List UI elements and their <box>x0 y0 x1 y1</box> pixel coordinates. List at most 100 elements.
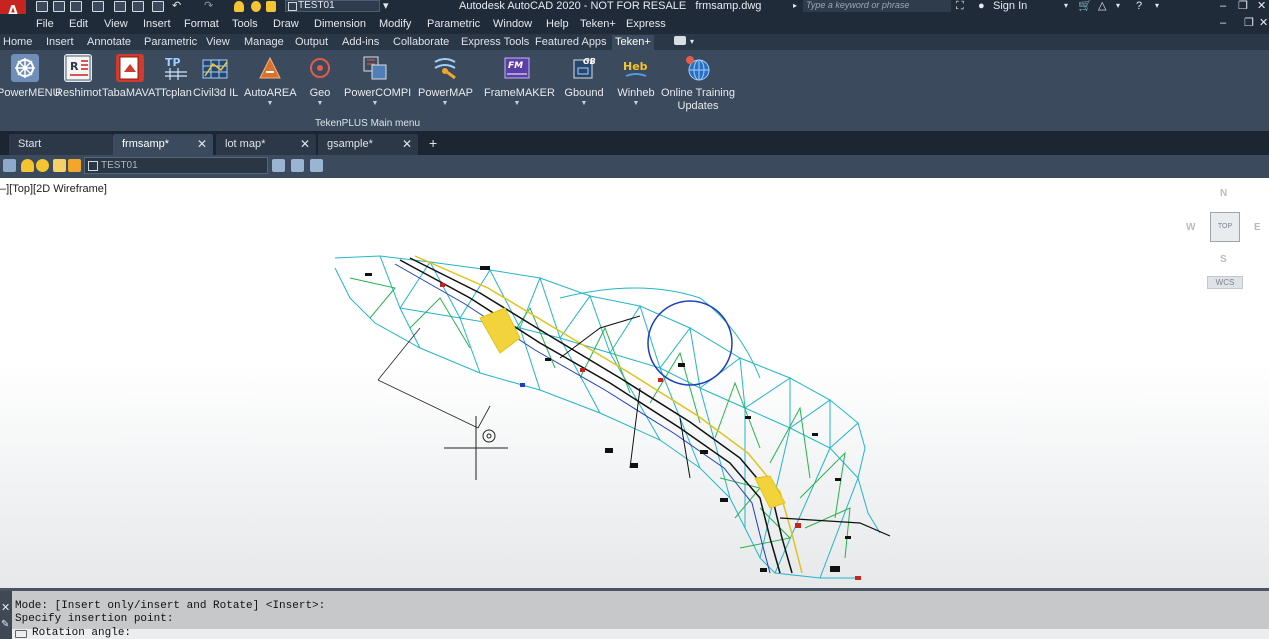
new-file-icon[interactable] <box>36 1 48 12</box>
tab-home[interactable]: Home <box>0 35 35 50</box>
menu-insert[interactable]: Insert <box>143 17 171 31</box>
viewcube-south[interactable]: S <box>1220 254 1227 265</box>
menu-format[interactable]: Format <box>184 17 219 31</box>
viewcube[interactable]: N W E S TOP WCS <box>1182 186 1268 296</box>
layer-properties-icon[interactable] <box>3 159 16 172</box>
close-tab-lot-map-icon[interactable]: ✕ <box>300 134 310 154</box>
menu-express[interactable]: Express <box>626 17 666 31</box>
framemaker-chevron-down-icon[interactable]: ▼ <box>484 100 550 107</box>
layer-lock-icon-2[interactable] <box>53 159 66 172</box>
ribbon-display-toggle-icon[interactable] <box>674 36 686 45</box>
file-tab-gsample[interactable]: gsample* ✕ <box>318 134 418 155</box>
layer-color-icon[interactable] <box>68 159 81 172</box>
command-input[interactable]: Rotation angle: <box>12 627 1269 639</box>
layer-dropdown[interactable]: TEST01 <box>84 157 268 174</box>
layer-dropdown-top[interactable]: TEST01 <box>285 0 380 12</box>
tab-view[interactable]: View <box>203 35 233 50</box>
file-tab-start[interactable]: Start <box>9 134 113 155</box>
restore-icon[interactable]: ❐ <box>1238 0 1248 12</box>
command-line-grip[interactable]: ✕ ✎ <box>0 591 12 639</box>
ribbon-display-chevron-down-icon[interactable]: ▾ <box>690 36 694 48</box>
winheb-button[interactable]: Heb Winheb ▼ <box>616 50 656 107</box>
powermenu-button[interactable]: PowerMENU <box>0 50 61 100</box>
wcs-menu[interactable]: WCS <box>1207 276 1243 289</box>
menu-edit[interactable]: Edit <box>69 17 88 31</box>
gbound-chevron-down-icon[interactable]: ▼ <box>562 100 606 107</box>
gbound-button[interactable]: GB Gbound ▼ <box>562 50 606 107</box>
powercompi-chevron-down-icon[interactable]: ▼ <box>344 100 406 107</box>
powercompi-button[interactable]: PowerCOMPI ▼ <box>344 50 411 107</box>
menu-draw[interactable]: Draw <box>273 17 299 31</box>
reshimot-button[interactable]: R Reshimot <box>55 50 101 100</box>
winheb-chevron-down-icon[interactable]: ▼ <box>616 100 656 107</box>
file-tab-frmsamp[interactable]: frmsamp* ✕ <box>113 134 213 155</box>
doc-restore-icon[interactable]: ❐ <box>1244 17 1254 29</box>
viewcube-west[interactable]: W <box>1186 222 1195 233</box>
help-icon[interactable]: ? <box>1136 0 1142 12</box>
layer-lock-icon[interactable] <box>266 1 276 12</box>
minimize-icon[interactable]: – <box>1220 0 1226 12</box>
search-expand-arrow-icon[interactable]: ▸ <box>793 0 797 12</box>
menu-view[interactable]: View <box>104 17 128 31</box>
viewcube-north[interactable]: N <box>1220 188 1227 199</box>
tab-insert[interactable]: Insert <box>43 35 77 50</box>
tab-annotate[interactable]: Annotate <box>84 35 134 50</box>
binoculars-icon[interactable]: ⛶ <box>956 0 964 12</box>
tab-parametric[interactable]: Parametric <box>141 35 200 50</box>
make-current-layer-icon[interactable] <box>272 159 285 172</box>
drawing-canvas[interactable]: –][Top][2D Wireframe] N W E S TOP WCS <box>0 178 1269 588</box>
new-tab-plus-icon[interactable]: + <box>429 134 437 152</box>
previous-layer-icon[interactable] <box>310 159 323 172</box>
autoarea-chevron-down-icon[interactable]: ▼ <box>244 100 296 107</box>
command-prompt-icon[interactable] <box>15 630 27 638</box>
sign-in-chevron-down-icon[interactable]: ▾ <box>1064 0 1068 12</box>
tab-express-tools[interactable]: Express Tools <box>458 35 532 50</box>
layer-freeze-sun-icon[interactable] <box>251 1 261 12</box>
tab-add-ins[interactable]: Add-ins <box>339 35 382 50</box>
framemaker-button[interactable]: FM FrameMAKER ▼ <box>484 50 555 107</box>
layer-on-bulb-icon[interactable] <box>234 1 244 12</box>
menu-help[interactable]: Help <box>546 17 569 31</box>
close-command-line-icon[interactable]: ✕ <box>1 601 10 614</box>
powermap-chevron-down-icon[interactable]: ▼ <box>418 100 472 107</box>
sign-in-link[interactable]: Sign In <box>993 0 1027 12</box>
menu-dimension[interactable]: Dimension <box>314 17 366 31</box>
customize-wrench-icon[interactable]: ✎ <box>1 619 9 630</box>
open-file-icon[interactable] <box>53 1 65 12</box>
tab-manage[interactable]: Manage <box>241 35 287 50</box>
publish-icon[interactable] <box>132 1 144 12</box>
tab-teken-plus[interactable]: Teken+ <box>612 35 654 50</box>
close-tab-frmsamp-icon[interactable]: ✕ <box>197 134 207 154</box>
qat-customize-chevron-down-icon[interactable]: ▾ <box>383 0 389 12</box>
tabamavat-button[interactable]: TabaMAVAT <box>102 50 161 100</box>
site-plan-drawing[interactable] <box>0 178 1269 588</box>
search-input[interactable]: Type a keyword or phrase <box>803 0 951 12</box>
menu-tools[interactable]: Tools <box>232 17 258 31</box>
doc-close-icon[interactable]: ✕ <box>1259 17 1268 29</box>
autodesk-a360-icon[interactable]: △ <box>1098 0 1106 12</box>
menu-modify[interactable]: Modify <box>379 17 411 31</box>
viewcube-top-face[interactable]: TOP <box>1210 212 1240 242</box>
save-icon[interactable] <box>70 1 82 12</box>
civil3d-button[interactable]: Civil3d IL <box>193 50 238 100</box>
print-icon[interactable] <box>152 1 164 12</box>
user-icon[interactable]: ● <box>978 0 985 12</box>
doc-minimize-icon[interactable]: – <box>1220 17 1226 29</box>
menu-teken[interactable]: Teken+ <box>580 17 616 31</box>
file-tab-lot-map[interactable]: lot map* ✕ <box>216 134 316 155</box>
plot-icon[interactable] <box>114 1 126 12</box>
tab-collaborate[interactable]: Collaborate <box>390 35 452 50</box>
close-tab-gsample-icon[interactable]: ✕ <box>402 134 412 154</box>
geo-chevron-down-icon[interactable]: ▼ <box>303 100 337 107</box>
cart-icon[interactable]: 🛒 <box>1078 0 1092 12</box>
help-chevron-down-icon[interactable]: ▾ <box>1155 0 1159 12</box>
tcplan-button[interactable]: TP Tcplan <box>159 50 193 100</box>
save-as-icon[interactable] <box>92 1 104 12</box>
autoarea-button[interactable]: AutoAREA ▼ <box>244 50 297 107</box>
undo-icon[interactable]: ↶ <box>172 0 181 12</box>
menu-window[interactable]: Window <box>493 17 532 31</box>
menu-parametric[interactable]: Parametric <box>427 17 480 31</box>
geo-button[interactable]: Geo ▼ <box>303 50 337 107</box>
layer-on-bulb-icon-2[interactable] <box>21 159 34 172</box>
match-layer-icon[interactable] <box>291 159 304 172</box>
